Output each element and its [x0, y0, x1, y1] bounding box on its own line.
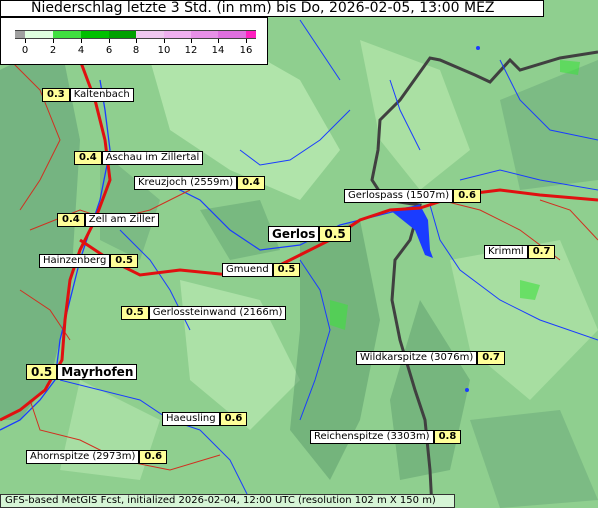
- place-zell-am-ziller: 0.4 Zell am Ziller: [57, 209, 159, 228]
- place-kaltenbach: 0.3 Kaltenbach: [42, 84, 134, 103]
- legend-tick-label: 2: [49, 45, 57, 56]
- place-gmuend: Gmuend 0.5: [222, 259, 301, 278]
- place-name: Mayrhofen: [57, 363, 138, 380]
- precip-value: 0.4: [74, 150, 102, 165]
- place-haeusling: Haeusling 0.6: [162, 408, 248, 427]
- precip-value: 0.5: [272, 262, 301, 277]
- place-krimml: Krimml 0.7: [484, 241, 556, 260]
- legend-tick-label: 6: [105, 45, 113, 56]
- legend-swatch-below0: [15, 30, 25, 39]
- precip-value: 0.3: [42, 87, 70, 102]
- precip-value: 0.4: [237, 175, 265, 190]
- legend-tick-label: 0: [21, 45, 29, 56]
- place-name: Gerlossteinwand (2166m): [148, 305, 287, 320]
- precipitation-legend: 0 2 4 6 8 10 12 14 16: [0, 17, 268, 65]
- legend-tick-label: 8: [132, 45, 140, 56]
- place-mayrhofen: 0.5 Mayrhofen: [26, 361, 138, 380]
- precip-value: 0.5: [121, 305, 149, 320]
- place-name: Gerlos: [268, 225, 320, 242]
- precip-value: 0.6: [453, 188, 481, 203]
- place-hainzenberg: Hainzenberg 0.5: [39, 250, 139, 269]
- place-name: Zell am Ziller: [84, 212, 159, 227]
- legend-swatch-8-10: [136, 30, 164, 39]
- legend-tick: [246, 39, 247, 43]
- legend-tick: [164, 39, 165, 43]
- precip-value: 0.6: [219, 411, 248, 426]
- legend-tick-label: 16: [239, 45, 253, 56]
- legend-swatch-10-12: [164, 30, 191, 39]
- precip-value: 0.5: [110, 253, 139, 268]
- place-name: Hainzenberg: [39, 253, 111, 268]
- legend-swatch-2-4: [53, 30, 81, 39]
- legend-tick: [109, 39, 110, 43]
- legend-tick-label: 12: [184, 45, 198, 56]
- legend-tick: [191, 39, 192, 43]
- precip-value: 0.7: [527, 244, 556, 259]
- legend-swatch-12-14: [191, 30, 218, 39]
- place-kreuzjoch: Kreuzjoch (2559m) 0.4: [134, 172, 265, 191]
- place-name: Krimml: [484, 244, 528, 259]
- place-reichenspitze: Reichenspitze (3303m) 0.8: [310, 426, 462, 445]
- place-gerlospass: Gerlospass (1507m) 0.6: [344, 185, 481, 204]
- precip-value: 0.8: [433, 429, 462, 444]
- place-gerlos: Gerlos 0.5: [268, 223, 351, 242]
- precip-value: 0.5: [319, 225, 351, 242]
- legend-tick: [25, 39, 26, 43]
- place-name: Aschau im Zillertal: [101, 150, 204, 165]
- place-name: Gmuend: [222, 262, 273, 277]
- precip-value: 0.4: [57, 212, 85, 227]
- precip-value: 0.7: [477, 350, 505, 365]
- legend-tick: [81, 39, 82, 43]
- forecast-footer: GFS-based MetGIS Fcst, initialized 2026-…: [0, 494, 455, 508]
- legend-swatch-14-16: [218, 30, 246, 39]
- place-name: Kaltenbach: [69, 87, 134, 102]
- place-name: Kreuzjoch (2559m): [134, 175, 238, 190]
- precip-value: 0.5: [26, 363, 58, 380]
- legend-tick: [218, 39, 219, 43]
- place-aschau: 0.4 Aschau im Zillertal: [74, 147, 204, 166]
- place-wildkarspitze: Wildkarspitze (3076m) 0.7: [356, 347, 505, 366]
- place-name: Wildkarspitze (3076m): [356, 350, 478, 365]
- legend-tick-label: 10: [157, 45, 171, 56]
- map-title: Niederschlag letzte 3 Std. (in mm) bis D…: [0, 0, 544, 17]
- legend-swatch-6-8: [109, 30, 136, 39]
- legend-swatch-0-2: [25, 30, 53, 39]
- legend-tick-label: 4: [77, 45, 85, 56]
- place-name: Ahornspitze (2973m): [26, 449, 140, 464]
- legend-tick: [136, 39, 137, 43]
- legend-tick: [53, 39, 54, 43]
- legend-swatch-4-6: [81, 30, 109, 39]
- precip-value: 0.6: [139, 449, 168, 464]
- legend-swatch-above16: [246, 30, 256, 39]
- place-gerlossteinwand: 0.5 Gerlossteinwand (2166m): [121, 302, 287, 321]
- precipitation-map: Niederschlag letzte 3 Std. (in mm) bis D…: [0, 0, 598, 508]
- place-name: Reichenspitze (3303m): [310, 429, 434, 444]
- place-name: Gerlospass (1507m): [344, 188, 454, 203]
- legend-tick-label: 14: [211, 45, 225, 56]
- place-name: Haeusling: [162, 411, 220, 426]
- place-ahornspitze: Ahornspitze (2973m) 0.6: [26, 446, 168, 465]
